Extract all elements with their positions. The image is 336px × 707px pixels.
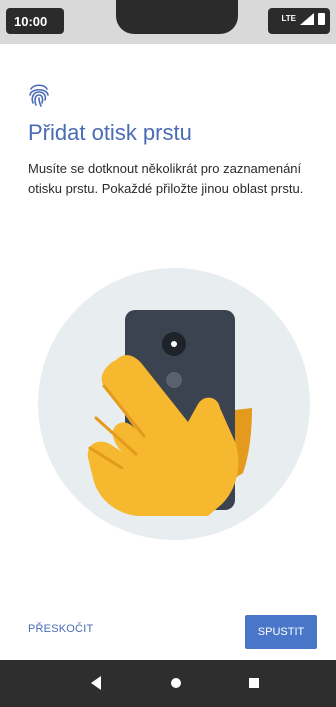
start-button[interactable]: SPUSTIT — [245, 615, 317, 649]
fingerprint-icon — [29, 84, 49, 107]
skip-button[interactable]: PŘESKOČIT — [28, 623, 93, 635]
battery-icon — [318, 13, 325, 25]
fingerprint-illustration — [38, 268, 310, 540]
home-icon[interactable] — [168, 674, 184, 692]
status-network-type: LTE — [281, 14, 296, 23]
status-bar: 10:00 LTE — [0, 0, 336, 44]
status-time: 10:00 — [14, 14, 48, 29]
page-title: Přidat otisk prstu — [28, 120, 192, 145]
page-description: Musíte se dotknout několikrát pro zaznam… — [28, 161, 304, 196]
back-icon[interactable] — [88, 674, 104, 692]
navigation-bar — [0, 660, 336, 707]
signal-icon — [300, 13, 314, 25]
recents-icon[interactable] — [246, 674, 262, 692]
display-notch — [116, 0, 238, 34]
